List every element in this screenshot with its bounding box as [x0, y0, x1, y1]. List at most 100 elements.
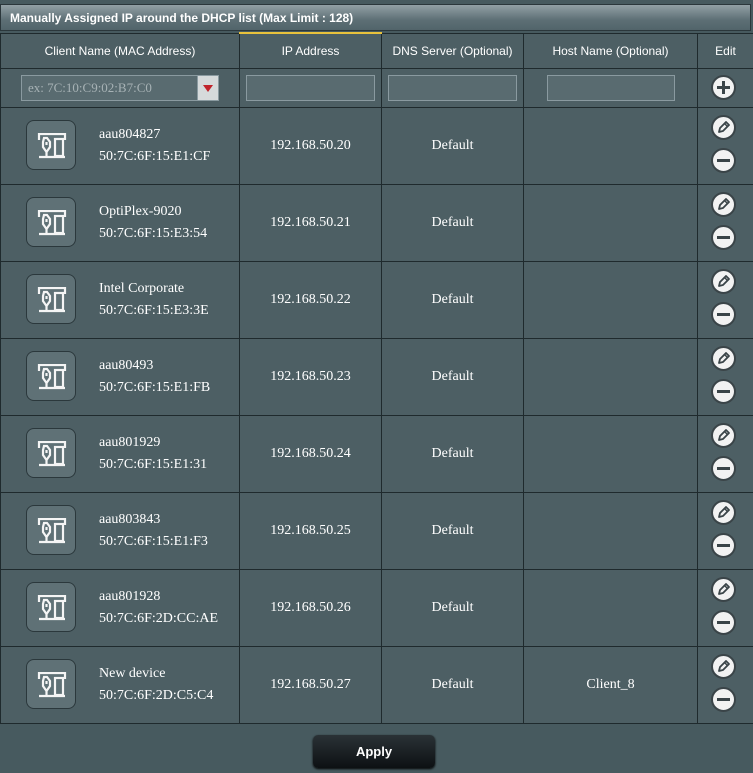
- client-name: OptiPlex-9020: [99, 204, 182, 219]
- client-name: aau80493: [99, 358, 154, 373]
- table-row: aau803843 50:7C:6F:15:E1:F3 192.168.50.25 D…: [0, 492, 753, 570]
- edit-cell: [697, 569, 753, 647]
- pencil-icon[interactable]: [711, 115, 736, 140]
- assignment-table: Client Name (MAC Address) IP Address DNS…: [0, 32, 753, 724]
- ip-address-cell: 192.168.50.25: [239, 492, 382, 570]
- client-mac: 50:7C:6F:15:E3:3E: [99, 303, 209, 318]
- plus-circle-icon[interactable]: [711, 75, 736, 100]
- host-name-cell: [523, 415, 698, 493]
- column-header-ip: IP Address: [239, 32, 382, 69]
- dns-server-cell: Default: [381, 107, 524, 185]
- host-name-cell: [523, 492, 698, 570]
- client-name: aau803843: [99, 512, 161, 527]
- edit-cell: [697, 492, 753, 570]
- pencil-icon[interactable]: [711, 500, 736, 525]
- edit-cell: [697, 415, 753, 493]
- apply-button[interactable]: Apply: [313, 735, 435, 768]
- device-icon[interactable]: [26, 582, 76, 632]
- table-header-row: Client Name (MAC Address) IP Address DNS…: [0, 32, 753, 69]
- device-icon[interactable]: [26, 120, 76, 170]
- minus-circle-icon[interactable]: [711, 456, 736, 481]
- minus-circle-icon[interactable]: [711, 687, 736, 712]
- client-name: aau801928: [99, 589, 161, 604]
- device-icon[interactable]: [26, 197, 76, 247]
- table-row: OptiPlex-9020 50:7C:6F:15:E3:54 192.168.50…: [0, 184, 753, 262]
- client-mac: 50:7C:6F:15:E3:54: [99, 226, 208, 241]
- ip-address-cell: 192.168.50.26: [239, 569, 382, 647]
- edit-cell: [697, 261, 753, 339]
- column-header-host: Host Name (Optional): [523, 32, 698, 69]
- new-entry-row: ex: 7C:10:C9:02:B7:C0: [0, 68, 753, 108]
- ip-address-cell: 192.168.50.27: [239, 646, 382, 724]
- dns-server-cell: Default: [381, 261, 524, 339]
- edit-cell: [697, 338, 753, 416]
- client-cell: aau80493 50:7C:6F:15:E1:FB: [0, 338, 240, 416]
- client-name: aau801929: [99, 435, 161, 450]
- minus-circle-icon[interactable]: [711, 533, 736, 558]
- dns-server-cell: Default: [381, 338, 524, 416]
- client-cell: aau803843 50:7C:6F:15:E1:F3: [0, 492, 240, 570]
- client-name: New device: [99, 666, 166, 681]
- pencil-icon[interactable]: [711, 654, 736, 679]
- pencil-icon[interactable]: [711, 192, 736, 217]
- client-mac: 50:7C:6F:2D:C5:C4: [99, 688, 214, 703]
- edit-cell: [697, 184, 753, 262]
- client-cell: OptiPlex-9020 50:7C:6F:15:E3:54: [0, 184, 240, 262]
- client-cell: aau801928 50:7C:6F:2D:CC:AE: [0, 569, 240, 647]
- pencil-icon[interactable]: [711, 269, 736, 294]
- dns-server-cell: Default: [381, 184, 524, 262]
- device-icon[interactable]: [26, 659, 76, 709]
- ip-address-cell: 192.168.50.24: [239, 415, 382, 493]
- host-name-cell: [523, 107, 698, 185]
- pencil-icon[interactable]: [711, 577, 736, 602]
- host-input-cell: [523, 68, 698, 108]
- client-name: Intel Corporate: [99, 281, 185, 296]
- ip-address-input[interactable]: [246, 75, 375, 101]
- mac-input-cell: ex: 7C:10:C9:02:B7:C0: [0, 68, 240, 108]
- host-name-cell: [523, 261, 698, 339]
- ip-address-cell: 192.168.50.22: [239, 261, 382, 339]
- table-row: aau801928 50:7C:6F:2D:CC:AE 192.168.50.26 D…: [0, 569, 753, 647]
- pencil-icon[interactable]: [711, 423, 736, 448]
- client-mac: 50:7C:6F:15:E1:FB: [99, 380, 211, 395]
- device-icon[interactable]: [26, 274, 76, 324]
- dns-server-cell: Default: [381, 492, 524, 570]
- device-icon[interactable]: [26, 428, 76, 478]
- client-mac: 50:7C:6F:2D:CC:AE: [99, 611, 219, 626]
- host-name-input[interactable]: [546, 75, 675, 101]
- minus-circle-icon[interactable]: [711, 302, 736, 327]
- client-mac: 50:7C:6F:15:E1:31: [99, 457, 208, 472]
- minus-circle-icon[interactable]: [711, 148, 736, 173]
- minus-circle-icon[interactable]: [711, 225, 736, 250]
- ip-input-cell: [239, 68, 382, 108]
- minus-circle-icon[interactable]: [711, 379, 736, 404]
- ip-address-cell: 192.168.50.21: [239, 184, 382, 262]
- edit-cell: [697, 646, 753, 724]
- table-row: aau80493 50:7C:6F:15:E1:FB 192.168.50.23 De…: [0, 338, 753, 416]
- table-row: Intel Corporate 50:7C:6F:15:E3:3E 192.168.…: [0, 261, 753, 339]
- client-cell: aau804827 50:7C:6F:15:E1:CF: [0, 107, 240, 185]
- dns-server-cell: Default: [381, 415, 524, 493]
- dropdown-arrow-icon[interactable]: [197, 76, 218, 100]
- minus-circle-icon[interactable]: [711, 610, 736, 635]
- add-cell: [697, 68, 753, 108]
- dhcp-manual-assignment-panel: Manually Assigned IP around the DHCP lis…: [0, 0, 753, 773]
- client-mac: 50:7C:6F:15:E1:F3: [99, 534, 208, 549]
- ip-address-cell: 192.168.50.23: [239, 338, 382, 416]
- dns-input-cell: [381, 68, 524, 108]
- panel-title: Manually Assigned IP around the DHCP lis…: [0, 4, 751, 31]
- column-header-client: Client Name (MAC Address): [0, 32, 240, 69]
- dns-server-input[interactable]: [388, 75, 517, 101]
- column-header-edit: Edit: [697, 32, 753, 69]
- device-icon[interactable]: [26, 505, 76, 555]
- device-icon[interactable]: [26, 351, 76, 401]
- pencil-icon[interactable]: [711, 346, 736, 371]
- client-cell: New device 50:7C:6F:2D:C5:C4: [0, 646, 240, 724]
- client-cell: aau801929 50:7C:6F:15:E1:31: [0, 415, 240, 493]
- dns-server-cell: Default: [381, 569, 524, 647]
- client-name: aau804827: [99, 127, 161, 142]
- edit-cell: [697, 107, 753, 185]
- table-row: aau804827 50:7C:6F:15:E1:CF 192.168.50.20 D…: [0, 107, 753, 185]
- mac-address-input[interactable]: ex: 7C:10:C9:02:B7:C0: [21, 75, 219, 101]
- ip-address-cell: 192.168.50.20: [239, 107, 382, 185]
